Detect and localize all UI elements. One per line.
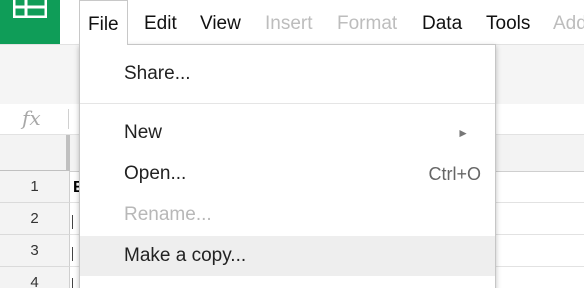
- fx-icon: fx: [22, 106, 41, 130]
- shortcut-label: Ctrl+O: [428, 164, 481, 184]
- menu-bar: File Edit View Insert Format Data Tools …: [60, 0, 584, 47]
- menu-item-label: Open...: [124, 163, 187, 184]
- menu-item-label: New: [124, 122, 163, 143]
- menu-item-rename[interactable]: Rename...: [80, 195, 495, 235]
- menu-item-open[interactable]: Open... Ctrl+O: [80, 154, 495, 194]
- sheets-logo[interactable]: [0, 0, 60, 47]
- row-header-2[interactable]: 2: [0, 203, 70, 235]
- menu-item-share[interactable]: Share...: [80, 54, 495, 94]
- menu-addons[interactable]: Add: [545, 0, 584, 44]
- cell-a3-text[interactable]: [72, 247, 73, 261]
- spreadsheet-app: File Edit View Insert Format Data Tools …: [0, 0, 584, 288]
- menu-item-label: Rename...: [124, 204, 212, 225]
- menu-file[interactable]: File: [79, 0, 128, 45]
- cell-a4-text[interactable]: [72, 278, 73, 288]
- row-header-1[interactable]: 1: [0, 171, 70, 203]
- menu-tools[interactable]: Tools: [478, 0, 538, 44]
- menu-data[interactable]: Data: [414, 0, 470, 44]
- menu-view[interactable]: View: [192, 0, 249, 44]
- select-all-corner[interactable]: [0, 135, 70, 174]
- cell-a2-text[interactable]: [72, 215, 73, 229]
- menu-item-label: Share...: [124, 63, 191, 84]
- row-header-4[interactable]: 4: [0, 267, 70, 288]
- menu-item-new[interactable]: New ►: [80, 113, 495, 153]
- menu-separator: [80, 103, 495, 104]
- sheets-grid-icon: [13, 0, 47, 18]
- menu-insert[interactable]: Insert: [257, 0, 321, 44]
- menu-edit[interactable]: Edit: [136, 0, 185, 44]
- menu-format[interactable]: Format: [329, 0, 405, 44]
- submenu-arrow-icon: ►: [457, 126, 469, 140]
- file-menu-dropdown: Share... New ► Open... Ctrl+O Rename... …: [79, 44, 496, 288]
- menu-item-label: Make a copy...: [124, 245, 247, 266]
- formula-divider: [68, 109, 69, 129]
- row-header-3[interactable]: 3: [0, 235, 70, 267]
- menu-item-make-copy[interactable]: Make a copy...: [80, 236, 495, 276]
